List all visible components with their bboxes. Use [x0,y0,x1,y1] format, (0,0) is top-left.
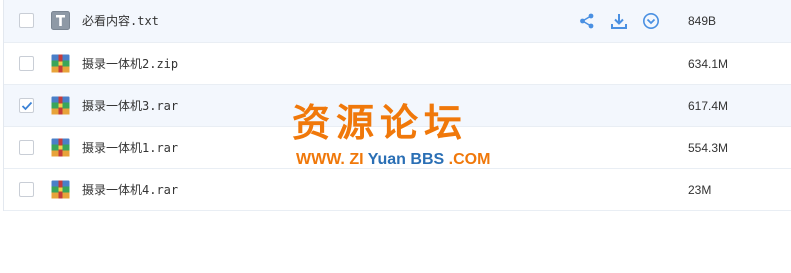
archive-file-icon [51,96,70,115]
watermark-url-yuan: Yuan [367,151,406,168]
watermark-title: 资源论坛 [292,101,469,145]
file-size: 634.1M [688,57,729,71]
file-name[interactable]: 摄录一体机3.rar [82,98,178,114]
archive-file-icon [51,54,70,73]
file-row[interactable]: 摄录一体机4.rar 23M [4,169,791,211]
file-size: 849B [688,14,717,28]
file-name[interactable]: 摄录一体机1.rar [82,140,178,156]
more-icon[interactable] [642,12,660,30]
file-size: 554.3M [688,141,729,155]
checkmark-icon [21,101,33,111]
archive-file-icon [51,180,70,199]
file-name[interactable]: 必看内容.txt [82,13,159,29]
file-size: 617.4M [688,99,729,113]
download-icon[interactable] [610,12,628,30]
archive-file-icon [51,138,70,157]
watermark-url-zi: ZI [349,151,364,168]
watermark-url: WWW. ZI Yuan BBS .COM [296,150,490,170]
row-checkbox[interactable] [19,182,34,197]
file-name[interactable]: 摄录一体机4.rar [82,182,178,198]
file-name[interactable]: 摄录一体机2.zip [82,56,178,72]
text-file-icon [51,11,70,30]
row-checkbox[interactable] [19,13,34,28]
watermark-url-prefix: WWW. [296,151,345,168]
watermark-url-suffix: .COM [448,151,491,168]
share-icon[interactable] [578,12,596,30]
watermark-url-bbs: BBS [410,151,445,168]
file-row[interactable]: 必看内容.txt 849B [4,0,791,43]
file-row[interactable]: 摄录一体机2.zip 634.1M [4,43,791,85]
row-checkbox[interactable] [19,56,34,71]
file-size: 23M [688,183,712,197]
row-checkbox[interactable] [19,140,34,155]
row-checkbox-checked[interactable] [19,98,34,113]
